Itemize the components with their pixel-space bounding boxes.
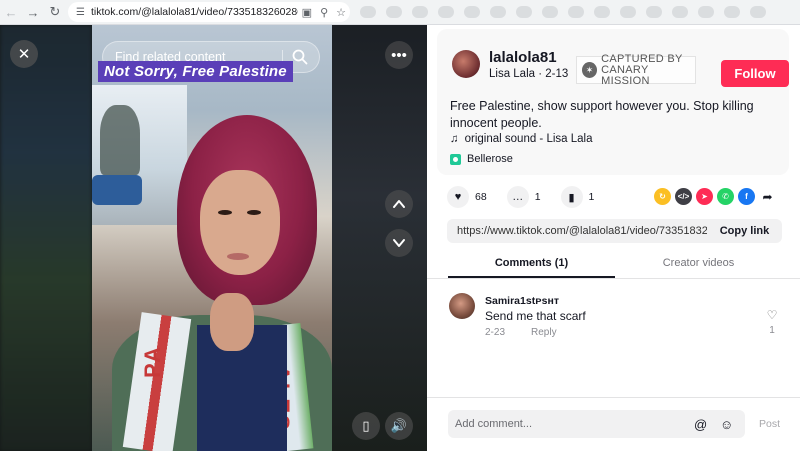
comment-heart-icon[interactable]: ♡ [765, 308, 779, 322]
more-share-arrow-icon[interactable]: ➦ [759, 188, 776, 205]
repost-icon[interactable]: ↻ [654, 188, 671, 205]
url-text: tiktok.com/@lalalola81/video/73351832602… [90, 6, 298, 18]
embed-code-icon[interactable]: </> [675, 188, 692, 205]
person-eye-left [218, 210, 232, 215]
author-avatar[interactable] [452, 50, 480, 78]
location-label: Bellerose [467, 153, 513, 165]
copy-link-button[interactable]: Copy link [707, 225, 782, 237]
tabs-divider [427, 278, 800, 279]
more-options-icon[interactable]: ••• [385, 41, 413, 69]
send-to-friends-icon[interactable]: ➤ [696, 188, 713, 205]
share-icons: ↻ </> ➤ ✆ f ➦ [654, 188, 776, 205]
badge-line2: CANARY MISSION [601, 63, 650, 87]
save-count: 1 [588, 191, 595, 203]
parked-car [92, 175, 142, 205]
cast-icon[interactable]: ▣ [302, 6, 312, 19]
search-icon[interactable] [291, 48, 309, 66]
canary-mission-badge: ✶ CAPTURED BY CANARY MISSION [576, 53, 696, 87]
mention-at-icon[interactable]: @ [694, 417, 707, 432]
like-count: 68 [475, 191, 487, 203]
person-lips [227, 253, 249, 260]
composer-divider [427, 397, 800, 398]
next-video-chevron-down-icon[interactable] [385, 229, 413, 257]
author-username[interactable]: lalalola81 [489, 49, 557, 66]
bookmark-star-icon[interactable]: ☆ [336, 6, 346, 19]
comment-count: 1 [534, 191, 541, 203]
zoom-icon[interactable]: ⚲ [320, 6, 328, 19]
tab-comments[interactable]: Comments (1) [448, 250, 615, 278]
comment-item: Samira1stᴘsʜᴛ Send me that scarf 2-23 Re… [449, 292, 789, 342]
post-date: 2-13 [545, 68, 569, 80]
commenter-name[interactable]: Samira1stᴘsʜᴛ [485, 295, 559, 307]
comment-action[interactable]: … 1 [506, 186, 541, 208]
music-note-icon: ♫ [450, 133, 459, 145]
share-link-text[interactable]: https://www.tiktok.com/@lalalola81/video… [447, 225, 707, 237]
comment-text: Send me that scarf [485, 309, 586, 323]
comment-input[interactable]: Add comment... @ ☺ [448, 410, 745, 438]
whatsapp-icon[interactable]: ✆ [717, 188, 734, 205]
author-display-name: Lisa Lala [489, 68, 536, 80]
scarf-text-left: PA [140, 345, 165, 378]
details-panel: lalalola81 Lisa Lala · 2-13 ✶ CAPTURED B… [427, 25, 800, 451]
video-caption-sticker: Not Sorry, Free Palestine [98, 61, 293, 82]
share-link-bar: https://www.tiktok.com/@lalalola81/video… [447, 219, 782, 243]
site-settings-icon[interactable]: ☰ [76, 7, 85, 18]
video-player[interactable]: PA ALES Find related content Not Sorry, … [0, 25, 427, 451]
close-icon[interactable]: ✕ [10, 40, 38, 68]
post-description: Free Palestine, show support however you… [450, 99, 754, 130]
back-arrow-icon[interactable]: ← [0, 0, 22, 25]
volume-icon[interactable]: 🔊 [385, 412, 413, 440]
video-backdrop-right [332, 25, 427, 451]
like-action[interactable]: ♥ 68 [447, 186, 487, 208]
forward-arrow-icon[interactable]: → [22, 0, 44, 25]
follow-button[interactable]: Follow [721, 60, 789, 87]
reload-icon[interactable]: ↻ [44, 0, 66, 25]
comment-bubble-icon[interactable]: … [506, 186, 529, 208]
post-info-card: lalalola81 Lisa Lala · 2-13 ✶ CAPTURED B… [437, 29, 789, 175]
author-subline: Lisa Lala · 2-13 [489, 68, 568, 80]
heart-icon[interactable]: ♥ [447, 186, 469, 208]
tab-creator-videos[interactable]: Creator videos [615, 250, 782, 278]
bookmark-icon[interactable]: ▮ [560, 186, 583, 208]
content-tabs: Comments (1) Creator videos [448, 250, 782, 278]
emoji-icon[interactable]: ☺ [720, 417, 733, 432]
video-backdrop-left [0, 25, 92, 451]
person-hand [210, 293, 254, 351]
facebook-icon[interactable]: f [738, 188, 755, 205]
address-bar[interactable]: ☰ tiktok.com/@lalalola81/video/733518326… [68, 2, 350, 22]
person-eye-right [247, 210, 261, 215]
canary-bird-icon: ✶ [582, 62, 598, 78]
comment-reply-button[interactable]: Reply [531, 327, 557, 338]
picture-in-picture-icon[interactable]: ▯ [352, 412, 380, 440]
location-pin-icon [450, 153, 461, 165]
post-comment-button[interactable]: Post [759, 418, 780, 430]
previous-video-chevron-up-icon[interactable] [385, 190, 413, 218]
tree-outside [100, 105, 140, 175]
location-tag[interactable]: Bellerose [450, 153, 513, 165]
video-frame[interactable]: PA ALES [92, 25, 332, 451]
sound-link[interactable]: ♫ original sound - Lisa Lala [450, 133, 592, 145]
comment-like-count: 1 [769, 325, 775, 336]
browser-toolbar: ← → ↻ ☰ tiktok.com/@lalalola81/video/733… [0, 0, 800, 25]
extension-icons-blurred [360, 4, 800, 20]
save-action[interactable]: ▮ 1 [560, 186, 595, 208]
comment-input-placeholder: Add comment... [455, 418, 533, 430]
canary-badge-text: CAPTURED BY CANARY MISSION [601, 53, 695, 87]
commenter-avatar[interactable] [449, 293, 475, 319]
sound-label: original sound - Lisa Lala [464, 133, 593, 145]
comment-date: 2-23 [485, 327, 506, 338]
